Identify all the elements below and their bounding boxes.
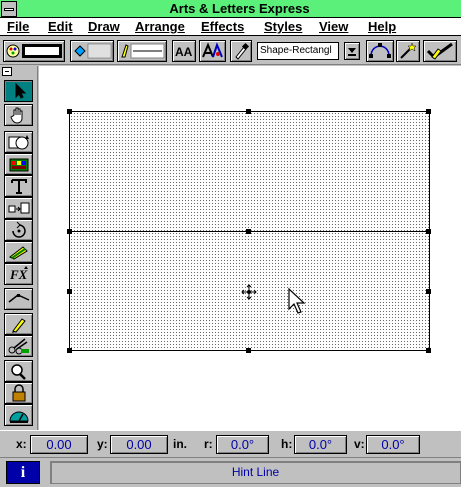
coordinate-bar: x: 0.00 y: 0.00 in. r: 0.0° h: 0.0° v: 0…	[0, 430, 461, 457]
fill-color-button[interactable]	[70, 40, 114, 62]
tool-select[interactable]	[4, 80, 33, 102]
hint-bar: i Hint Line	[0, 457, 461, 487]
shapes-icon	[8, 135, 29, 150]
scissors-icon	[8, 338, 29, 355]
magic-wand-icon	[400, 42, 417, 59]
eyedropper-icon	[235, 42, 250, 60]
toolbox: FX	[0, 66, 38, 430]
magic-wand-button[interactable]	[396, 40, 420, 62]
r-label: r:	[204, 437, 213, 451]
text-color-icon	[202, 42, 223, 58]
window-title: Arts & Letters Express	[169, 1, 310, 16]
transform-icon	[8, 202, 30, 214]
move-center-icon[interactable]	[241, 284, 257, 300]
fx-icon: FX	[9, 266, 28, 282]
system-menu-button[interactable]	[1, 1, 17, 17]
tool-effects[interactable]: FX	[4, 263, 33, 285]
tool-transform[interactable]	[4, 197, 33, 219]
selection-handle[interactable]	[246, 229, 251, 234]
tool-line[interactable]	[4, 288, 33, 310]
shape-select[interactable]: Shape-Rectangl	[257, 42, 339, 60]
palette-icon	[6, 44, 62, 58]
fill-bucket-icon	[74, 43, 112, 59]
rotate-icon	[12, 221, 26, 238]
tool-shapes[interactable]	[4, 131, 33, 153]
menu-file[interactable]: File	[7, 19, 29, 34]
arrow-pointer-icon	[15, 82, 27, 99]
magnifier-icon	[11, 364, 26, 380]
tool-zoom[interactable]	[4, 360, 33, 382]
selection-handle[interactable]	[67, 289, 72, 294]
hand-icon	[10, 107, 23, 124]
tool-lock[interactable]	[4, 382, 33, 404]
hint-line: Hint Line	[50, 461, 461, 484]
eyedropper-button[interactable]	[230, 40, 252, 62]
chevron-down-icon	[348, 48, 356, 56]
h-label: h:	[281, 437, 293, 451]
line-tool-icon	[8, 294, 30, 303]
fill-style-button[interactable]	[3, 40, 65, 62]
shape-edit-button[interactable]	[366, 40, 394, 62]
gauge-icon	[9, 411, 29, 423]
r-field[interactable]: 0.0°	[216, 435, 269, 454]
selection-handle[interactable]	[426, 289, 431, 294]
tool-blend[interactable]	[4, 241, 33, 263]
selection-handle[interactable]	[426, 348, 431, 353]
selection-handle[interactable]	[67, 229, 72, 234]
tool-gauge[interactable]	[4, 404, 33, 426]
v-field[interactable]: 0.0°	[366, 435, 420, 454]
toolbar: AA Shape-Rectangl	[0, 37, 461, 65]
tool-rotate[interactable]	[4, 219, 33, 241]
y-label: y:	[97, 437, 108, 451]
selection-handle[interactable]	[246, 109, 251, 114]
tool-text[interactable]	[4, 175, 33, 197]
pen-line-icon	[121, 43, 165, 59]
menu-draw[interactable]: Draw	[88, 19, 120, 34]
menu-edit[interactable]: Edit	[48, 19, 73, 34]
svg-text:AA: AA	[175, 45, 193, 59]
text-size-button[interactable]: AA	[172, 40, 196, 62]
menu-view[interactable]: View	[319, 19, 348, 34]
menu-help[interactable]: Help	[368, 19, 396, 34]
toolbox-menu-button[interactable]	[2, 67, 12, 76]
svg-text:FX: FX	[9, 267, 28, 282]
tool-pen[interactable]	[4, 313, 33, 335]
shape-nodes-icon	[369, 43, 391, 58]
info-button[interactable]: i	[6, 461, 40, 484]
menu-effects[interactable]: Effects	[201, 19, 244, 34]
y-field[interactable]: 0.00	[110, 435, 168, 454]
menu-styles[interactable]: Styles	[264, 19, 302, 34]
pen-icon	[12, 318, 26, 333]
selection-handle[interactable]	[246, 348, 251, 353]
text-tool-icon	[11, 179, 27, 194]
text-style-button[interactable]	[199, 40, 226, 62]
selection-handle[interactable]	[67, 109, 72, 114]
app-window: Arts & Letters Express File Edit Draw Ar…	[0, 0, 461, 487]
selection-handle[interactable]	[426, 109, 431, 114]
style-brush-button[interactable]	[423, 40, 457, 62]
blend-icon	[9, 246, 28, 260]
line-style-button[interactable]	[117, 40, 167, 62]
brush-check-icon	[426, 42, 453, 60]
tool-hand[interactable]	[4, 104, 33, 126]
unit-label: in.	[173, 437, 187, 451]
menu-arrange[interactable]: Arrange	[135, 19, 185, 34]
clipart-icon	[9, 158, 29, 172]
mouse-cursor-icon	[288, 287, 306, 314]
selection-handle[interactable]	[426, 229, 431, 234]
x-label: x:	[16, 437, 27, 451]
x-field[interactable]: 0.00	[30, 435, 88, 454]
h-field[interactable]: 0.0°	[294, 435, 347, 454]
menu-bar: File Edit Draw Arrange Effects Styles Vi…	[0, 18, 461, 36]
tool-scissors[interactable]	[4, 335, 33, 357]
title-bar: Arts & Letters Express	[0, 0, 461, 18]
lock-icon	[12, 384, 26, 402]
text-size-icon: AA	[175, 45, 193, 59]
selection-handle[interactable]	[67, 348, 72, 353]
shape-dropdown-button[interactable]	[344, 42, 360, 60]
tool-clipart[interactable]	[4, 153, 33, 175]
v-label: v:	[354, 437, 365, 451]
